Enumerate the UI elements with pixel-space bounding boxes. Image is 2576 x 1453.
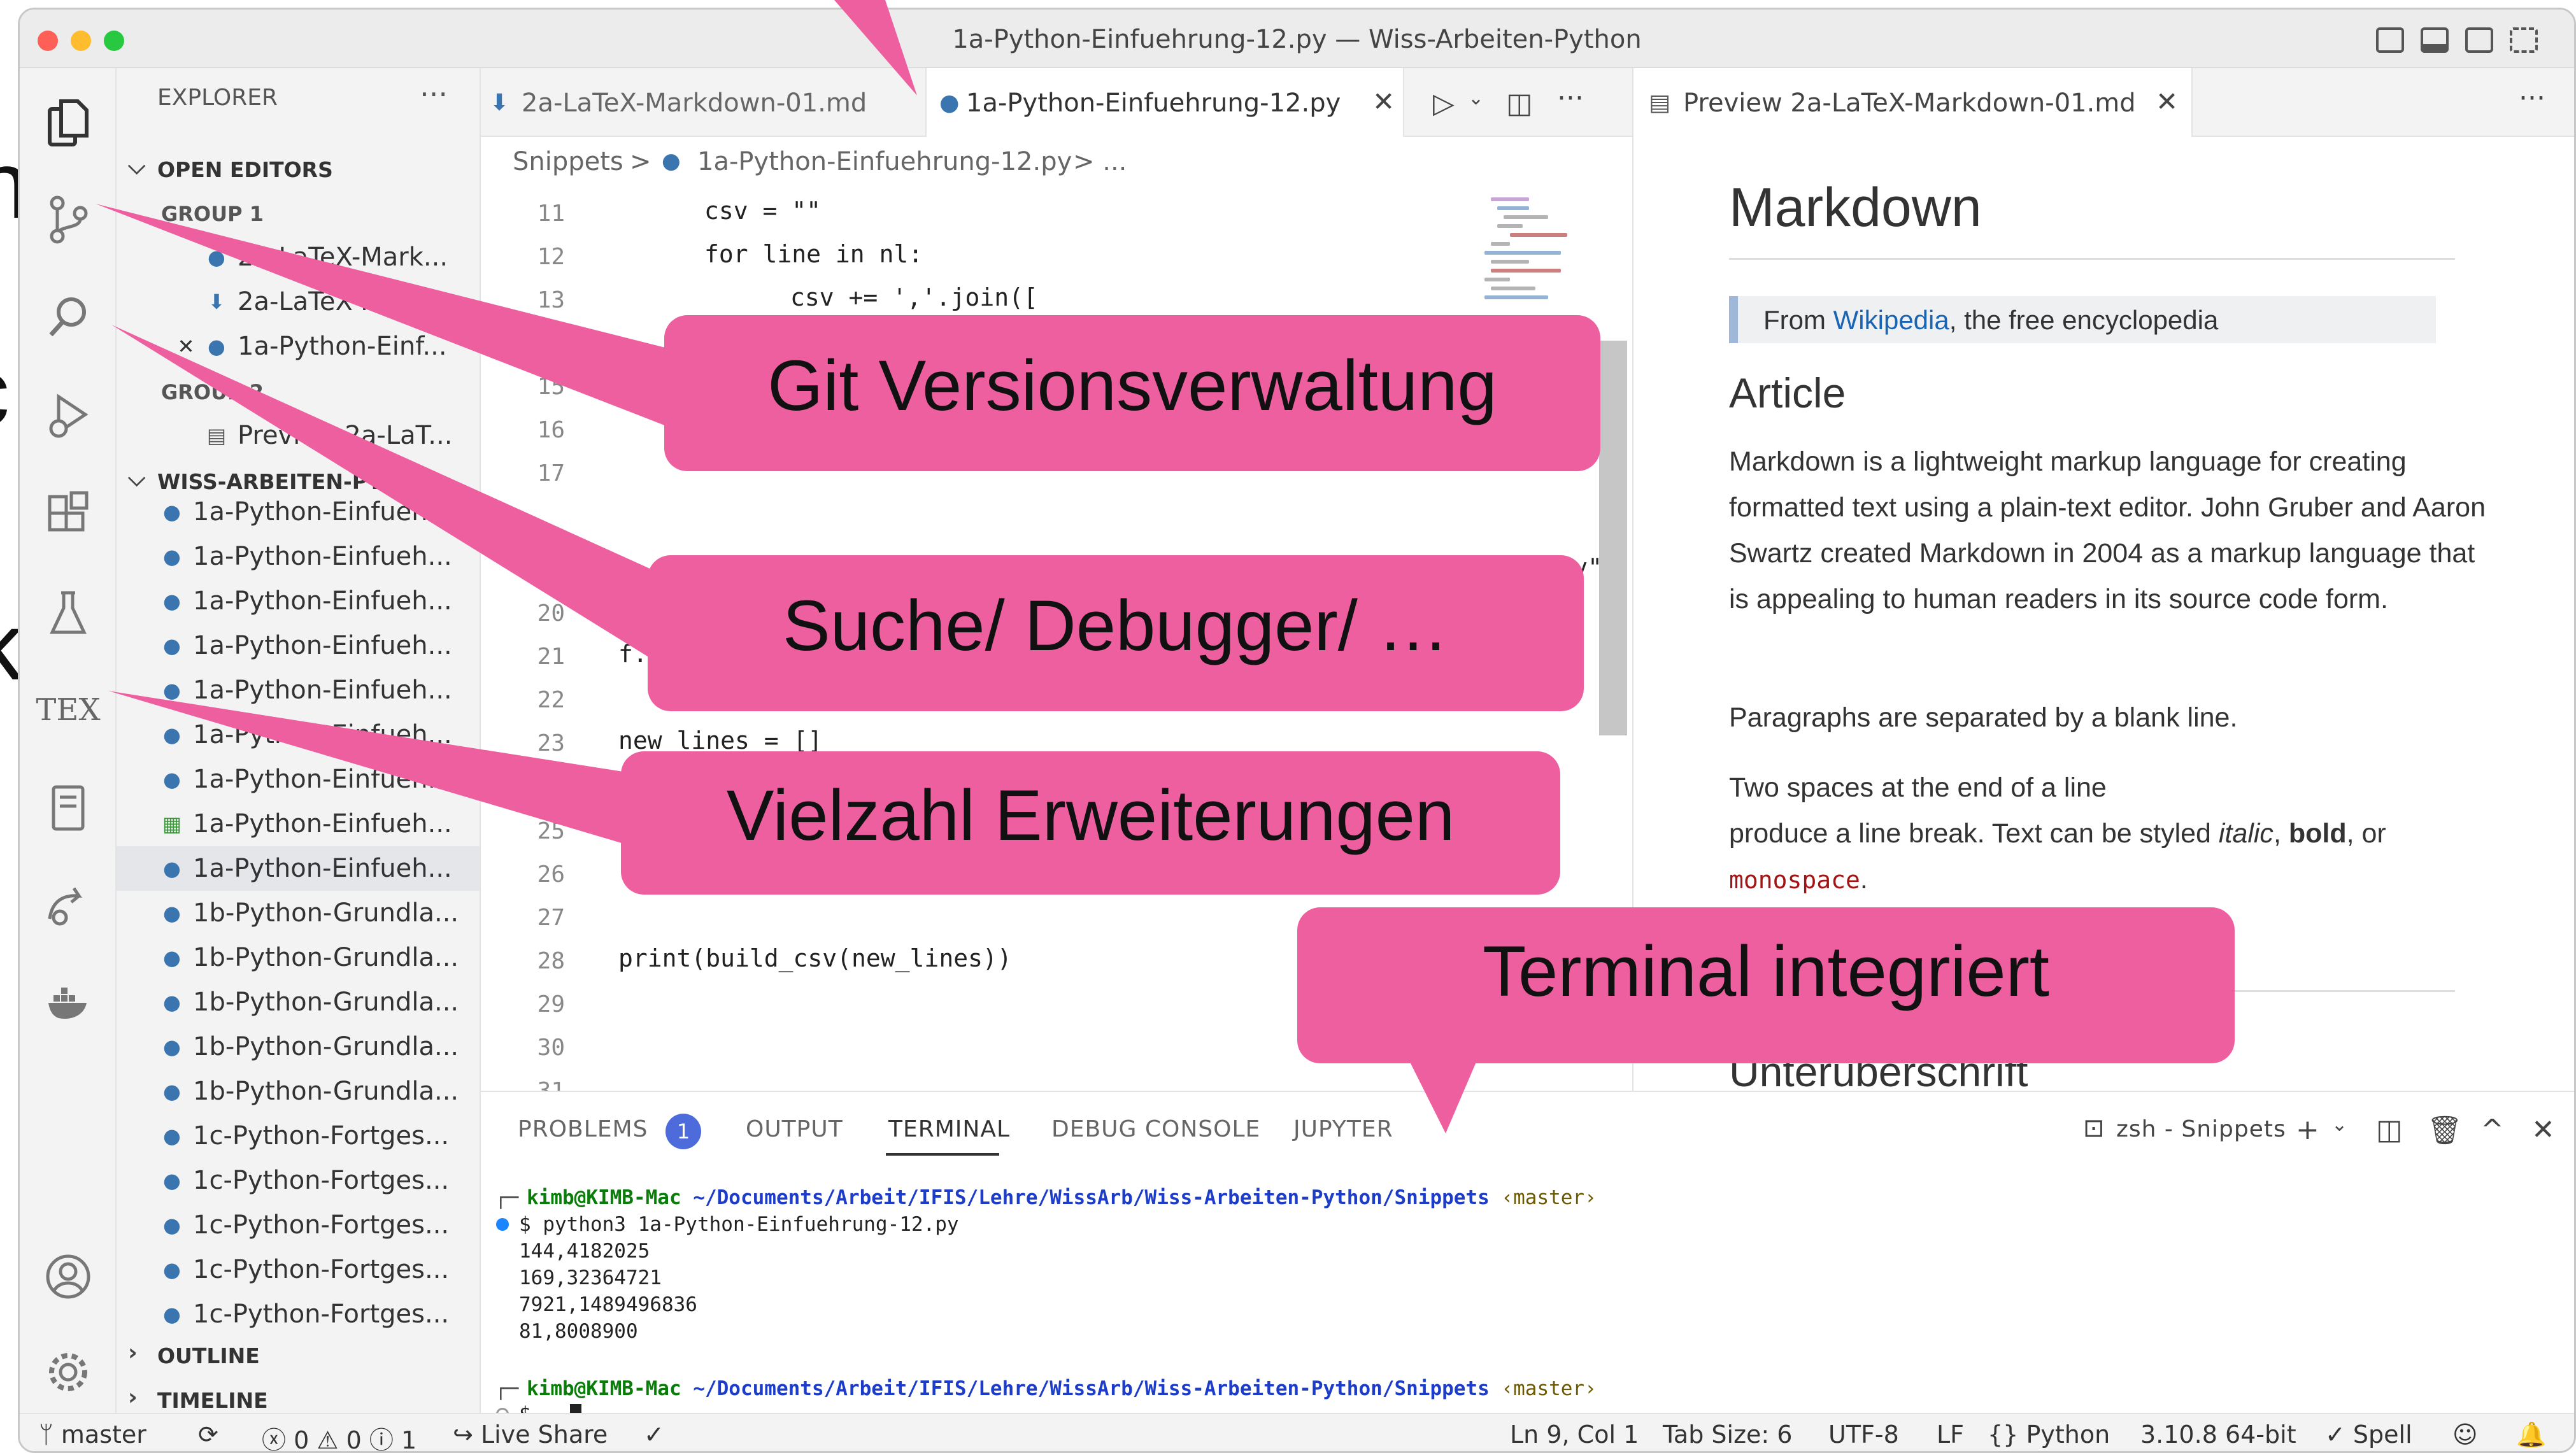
callout-pointers [96,0,1484,1133]
pointer-top [834,0,917,96]
pointer-git [96,204,701,439]
callout-git: Git Versionsverwaltung [664,315,1600,471]
callout-terminal: Terminal integriert [1297,907,2235,1063]
slide: n c k 1a-Python-Einfuehrung-12.py — Wiss… [0,0,2576,1453]
callout-search: Suche/ Debugger/ … [648,555,1584,711]
pointer-extensions [108,691,656,853]
callout-extensions: Vielzahl Erweiterungen [621,751,1560,895]
